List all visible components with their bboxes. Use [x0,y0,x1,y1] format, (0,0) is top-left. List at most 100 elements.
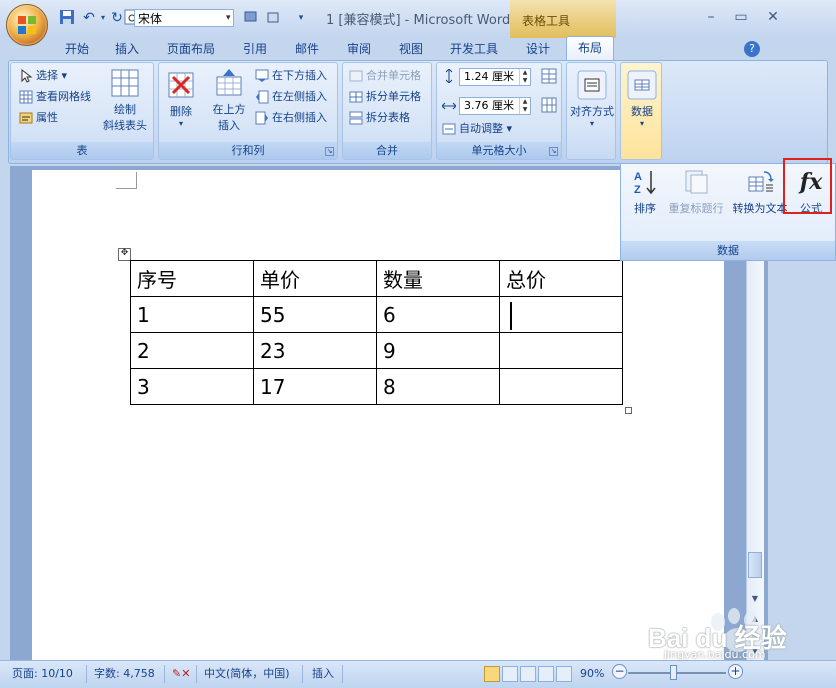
tab-mailings[interactable]: 邮件 [288,38,326,60]
alignment-icon [576,69,608,101]
view-gridlines-button[interactable]: 查看网格线 [19,87,91,107]
split-table-icon [349,111,363,125]
insert-above-icon [213,67,245,99]
cell-size-launcher-icon[interactable]: ↘ [549,147,558,156]
table-cell[interactable]: 总价 [499,260,623,297]
help-icon[interactable]: ? [744,41,760,57]
group-cell-size: 1.24 厘米 ▲ ▼ 3.76 厘米 ▲ ▼ 自动调整 ▾ 单元格大小 ↘ [436,62,562,160]
font-dropdown-icon[interactable]: ▾ [226,10,236,26]
tab-review[interactable]: 审阅 [340,38,378,60]
table-cell[interactable]: 17 [253,368,377,405]
table-cell[interactable]: 1 [130,296,254,333]
word-count[interactable]: 字数: 4,758 [94,665,155,683]
outline-view-icon[interactable] [538,666,554,682]
insert-right-button[interactable]: 在右侧插入 [255,108,327,128]
data-button[interactable]: 数据 ▾ [622,69,662,128]
insert-above-button[interactable]: 在上方 插入 [207,67,251,133]
table-cell[interactable] [499,332,623,369]
minimize-button[interactable]: – [698,8,724,26]
tab-home[interactable]: 开始 [58,38,96,60]
close-button[interactable]: ✕ [760,8,786,26]
table-cell[interactable] [499,368,623,405]
page-indicator[interactable]: 页面: 10/10 [12,665,73,683]
table-cell[interactable]: 3 [130,368,254,405]
diagonal-table-icon [109,67,141,99]
zoom-level[interactable]: 90% [580,665,604,683]
table-cell[interactable]: 6 [376,296,500,333]
column-width-spinner[interactable]: 3.76 厘米 ▲ ▼ [459,97,531,115]
column-width-value: 3.76 厘米 [464,99,514,112]
delete-button[interactable]: 删除 ▾ [163,69,199,128]
convert-to-text-label: 转换为文本 [732,202,788,215]
status-separator [342,665,343,683]
tab-layout[interactable]: 布局 [566,36,614,60]
tab-page-layout[interactable]: 页面布局 [160,38,222,60]
status-separator [86,665,87,683]
print-layout-view-icon[interactable] [484,666,500,682]
autofit-icon [442,122,456,136]
zoom-out-button[interactable]: − [612,664,627,679]
delete-table-icon [165,69,197,101]
shape-tool-icon[interactable] [264,9,282,27]
margin-corner-mark [116,172,137,189]
merge-cells-button[interactable]: 合并单元格 [349,66,421,86]
distribute-rows-icon[interactable] [541,68,557,84]
insert-mode-indicator[interactable]: 插入 [312,665,334,683]
data-dropdown-icon: ▾ [639,119,644,128]
sort-label: 排序 [634,202,656,215]
table-cell[interactable]: 9 [376,332,500,369]
table-cell[interactable]: 8 [376,368,500,405]
proofing-icon[interactable]: ✎✕ [172,665,190,683]
maximize-button[interactable]: ▭ [728,8,754,26]
web-layout-view-icon[interactable] [520,666,536,682]
tab-references[interactable]: 引用 [236,38,274,60]
data-icon [626,69,658,101]
tab-view[interactable]: 视图 [392,38,430,60]
group-data[interactable]: 数据 ▾ [620,62,662,160]
zoom-slider-track[interactable] [628,672,726,674]
font-name-box[interactable]: 宋体 [134,9,234,27]
customize-qat-icon[interactable]: ▾ [292,9,310,27]
text-cursor [510,302,512,330]
select-button[interactable]: 选择 ▾ [19,66,67,86]
split-cells-button[interactable]: 拆分单元格 [349,87,421,107]
table-row: 1 55 6 [130,296,623,333]
table-cell[interactable]: 数量 [376,260,500,297]
table-cell[interactable]: 序号 [130,260,254,297]
properties-button[interactable]: 属性 [19,108,58,128]
language-indicator[interactable]: 中文(简体，中国) [204,665,290,683]
tab-developer[interactable]: 开发工具 [444,38,504,60]
column-width-spin-arrows[interactable]: ▲ ▼ [519,98,530,114]
insert-below-button[interactable]: 在下方插入 [255,66,327,86]
table-cell[interactable]: 23 [253,332,377,369]
save-icon[interactable] [58,9,76,27]
draft-view-icon[interactable] [556,666,572,682]
sort-button[interactable]: AZ 排序 [627,168,663,216]
rows-columns-launcher-icon[interactable]: ↘ [325,147,334,156]
table-cell[interactable]: 单价 [253,260,377,297]
autofit-label: 自动调整 [459,122,503,135]
vertical-scroll-thumb[interactable] [748,552,762,578]
format-painter-icon[interactable] [242,9,260,27]
row-height-spinner[interactable]: 1.24 厘米 ▲ ▼ [459,68,531,86]
autofit-button[interactable]: 自动调整 ▾ [442,119,512,139]
delete-label: 删除 [170,105,192,118]
distribute-columns-icon[interactable] [541,97,557,113]
repeat-header-rows-button[interactable]: 重复标题行 [665,168,727,216]
group-alignment[interactable]: 对齐方式 ▾ [566,62,616,160]
table-cell[interactable]: 55 [253,296,377,333]
draw-diagonal-header-button[interactable]: 绘制 斜线表头 [99,67,151,133]
tab-design[interactable]: 设计 [518,38,558,60]
full-screen-reading-view-icon[interactable] [502,666,518,682]
table-cell[interactable]: 2 [130,332,254,369]
alignment-button[interactable]: 对齐方式 ▾ [569,69,615,128]
row-height-spin-arrows[interactable]: ▲ ▼ [519,69,530,85]
split-table-button[interactable]: 拆分表格 [349,108,410,128]
convert-to-text-button[interactable]: 转换为文本 [729,168,791,216]
document-table[interactable]: 序号 单价 数量 总价 1 55 6 2 23 9 3 17 8 [130,260,623,405]
table-cell-active[interactable] [499,296,623,333]
tab-insert[interactable]: 插入 [108,38,146,60]
split-cells-label: 拆分单元格 [366,90,421,103]
insert-left-button[interactable]: 在左侧插入 [255,87,327,107]
table-resize-handle[interactable] [625,407,632,414]
